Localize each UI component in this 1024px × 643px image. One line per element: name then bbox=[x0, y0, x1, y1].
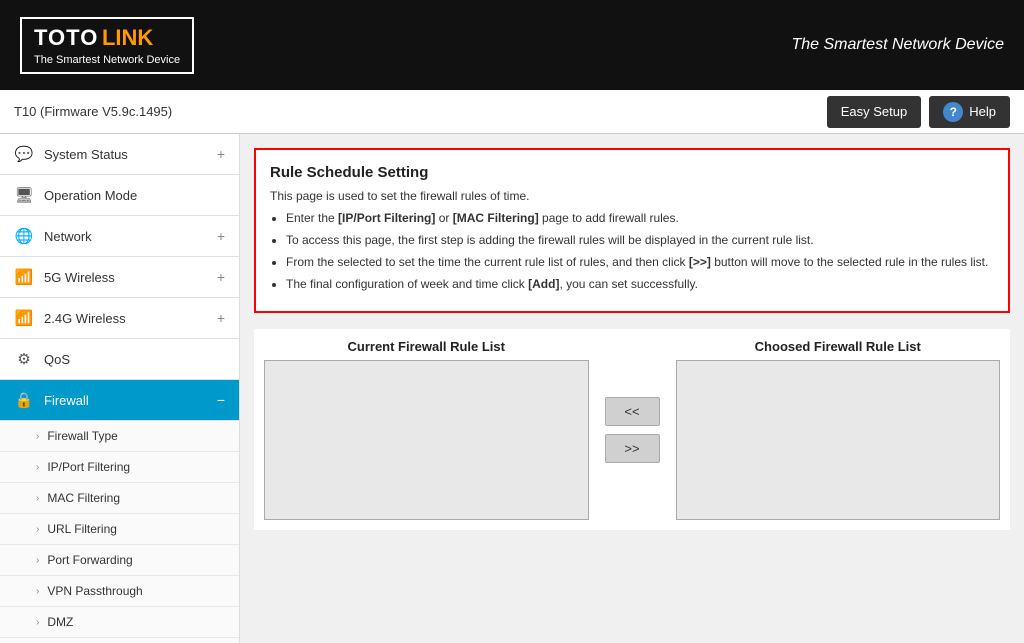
sidebar-item-dmz[interactable]: › DMZ bbox=[0, 607, 239, 638]
wifi-2g-icon: 📶 bbox=[14, 309, 34, 327]
sidebar-item-mac-filtering[interactable]: › MAC Filtering bbox=[0, 483, 239, 514]
sidebar-item-rule-schedule[interactable]: › Rule Schedule Setting bbox=[0, 638, 239, 643]
sub-label-ip-port-filtering: IP/Port Filtering bbox=[47, 460, 130, 474]
arrow-right-button[interactable]: >> bbox=[605, 434, 660, 463]
dot-icon-mac: › bbox=[36, 493, 39, 504]
sidebar-label-system-status: System Status bbox=[44, 147, 217, 162]
logo-toto: TOTO bbox=[34, 25, 98, 50]
info-desc: This page is used to set the firewall ru… bbox=[270, 189, 994, 203]
help-label: Help bbox=[969, 104, 996, 119]
easy-setup-button[interactable]: Easy Setup bbox=[827, 96, 922, 128]
sidebar-item-firewall-type[interactable]: › Firewall Type bbox=[0, 421, 239, 452]
globe-icon: 🌐 bbox=[14, 227, 34, 245]
rule-lists-container: Current Firewall Rule List << >> Choosed… bbox=[254, 329, 1010, 530]
sidebar-label-firewall: Firewall bbox=[44, 393, 217, 408]
logo-tagline: The Smartest Network Device bbox=[34, 54, 180, 66]
dot-icon-port-fwd: › bbox=[36, 555, 39, 566]
sub-label-port-forwarding: Port Forwarding bbox=[47, 553, 132, 567]
chosen-rule-list-box[interactable] bbox=[676, 360, 1001, 520]
sidebar-label-qos: QoS bbox=[44, 352, 225, 367]
current-rule-list-box[interactable] bbox=[264, 360, 589, 520]
sub-label-mac-filtering: MAC Filtering bbox=[47, 491, 120, 505]
bullet-4: The final configuration of week and time… bbox=[286, 275, 994, 293]
info-bullets: Enter the [IP/Port Filtering] or [MAC Fi… bbox=[286, 209, 994, 293]
help-button[interactable]: ? Help bbox=[929, 96, 1010, 128]
chosen-rule-list-section: Choosed Firewall Rule List bbox=[676, 339, 1001, 520]
bullet-1: Enter the [IP/Port Filtering] or [MAC Fi… bbox=[286, 209, 994, 227]
chat-icon: 💬 bbox=[14, 145, 34, 163]
sidebar-item-5g-wireless[interactable]: 📶 5G Wireless + bbox=[0, 257, 239, 298]
sidebar-label-2g-wireless: 2.4G Wireless bbox=[44, 311, 217, 326]
minus-icon-firewall: − bbox=[217, 392, 225, 408]
sidebar-item-vpn-passthrough[interactable]: › VPN Passthrough bbox=[0, 576, 239, 607]
toolbar: T10 (Firmware V5.9c.1495) Easy Setup ? H… bbox=[0, 90, 1024, 134]
current-list-label: Current Firewall Rule List bbox=[348, 339, 505, 354]
logo-box: TOTO LINK The Smartest Network Device bbox=[20, 17, 194, 74]
plus-icon-2g: + bbox=[217, 310, 225, 326]
header: TOTO LINK The Smartest Network Device Th… bbox=[0, 0, 1024, 90]
monitor-icon: 🖥 bbox=[14, 186, 34, 204]
sub-label-firewall-type: Firewall Type bbox=[47, 429, 117, 443]
info-title: Rule Schedule Setting bbox=[270, 164, 994, 181]
dot-icon-url: › bbox=[36, 524, 39, 535]
header-brand-right: The Smartest Network Device bbox=[791, 36, 1004, 54]
sidebar-item-2g-wireless[interactable]: 📶 2.4G Wireless + bbox=[0, 298, 239, 339]
sidebar-label-operation-mode: Operation Mode bbox=[44, 188, 225, 203]
rule-arrows: << >> bbox=[589, 397, 676, 463]
sidebar-item-ip-port-filtering[interactable]: › IP/Port Filtering bbox=[0, 452, 239, 483]
firmware-title: T10 (Firmware V5.9c.1495) bbox=[14, 104, 172, 119]
sidebar-item-qos[interactable]: ⚙ QoS bbox=[0, 339, 239, 380]
sidebar-item-system-status[interactable]: 💬 System Status + bbox=[0, 134, 239, 175]
dot-icon-firewall-type: › bbox=[36, 431, 39, 442]
sidebar: 💬 System Status + 🖥 Operation Mode 🌐 Net… bbox=[0, 134, 240, 643]
sub-label-vpn-passthrough: VPN Passthrough bbox=[47, 584, 142, 598]
logo-link: LINK bbox=[102, 25, 153, 50]
dot-icon-vpn: › bbox=[36, 586, 39, 597]
sidebar-item-url-filtering[interactable]: › URL Filtering bbox=[0, 514, 239, 545]
dot-icon-ip-port: › bbox=[36, 462, 39, 473]
toolbar-buttons: Easy Setup ? Help bbox=[827, 96, 1010, 128]
plus-icon-network: + bbox=[217, 228, 225, 244]
dot-icon-dmz: › bbox=[36, 617, 39, 628]
content-area: Rule Schedule Setting This page is used … bbox=[240, 134, 1024, 643]
chosen-list-label: Choosed Firewall Rule List bbox=[755, 339, 921, 354]
logo-text: TOTO LINK bbox=[34, 25, 180, 51]
bullet-3: From the selected to set the time the cu… bbox=[286, 253, 994, 271]
qos-icon: ⚙ bbox=[14, 350, 34, 368]
plus-icon-system-status: + bbox=[217, 146, 225, 162]
sidebar-item-operation-mode[interactable]: 🖥 Operation Mode bbox=[0, 175, 239, 216]
bullet-2: To access this page, the first step is a… bbox=[286, 231, 994, 249]
sub-label-url-filtering: URL Filtering bbox=[47, 522, 117, 536]
wifi-5g-icon: 📶 bbox=[14, 268, 34, 286]
plus-icon-5g: + bbox=[217, 269, 225, 285]
sidebar-label-5g-wireless: 5G Wireless bbox=[44, 270, 217, 285]
lock-icon: 🔒 bbox=[14, 391, 34, 409]
sidebar-item-port-forwarding[interactable]: › Port Forwarding bbox=[0, 545, 239, 576]
logo-area: TOTO LINK The Smartest Network Device bbox=[20, 17, 194, 74]
current-rule-list-section: Current Firewall Rule List bbox=[264, 339, 589, 520]
sidebar-label-network: Network bbox=[44, 229, 217, 244]
sidebar-item-network[interactable]: 🌐 Network + bbox=[0, 216, 239, 257]
sub-label-dmz: DMZ bbox=[47, 615, 73, 629]
arrow-left-button[interactable]: << bbox=[605, 397, 660, 426]
help-icon: ? bbox=[943, 102, 963, 122]
sidebar-item-firewall[interactable]: 🔒 Firewall − bbox=[0, 380, 239, 421]
main-layout: 💬 System Status + 🖥 Operation Mode 🌐 Net… bbox=[0, 134, 1024, 643]
info-box: Rule Schedule Setting This page is used … bbox=[254, 148, 1010, 313]
